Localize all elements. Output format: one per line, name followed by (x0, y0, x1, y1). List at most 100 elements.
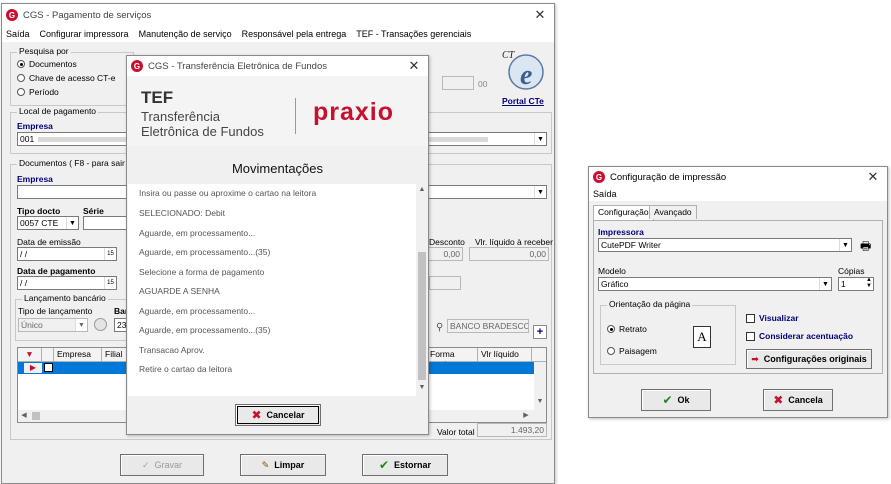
documentos-title: Documentos ( F8 - para sair ) (17, 158, 133, 168)
menu-saida[interactable]: Saída (6, 29, 30, 39)
copias-stepper[interactable]: 1 ▲ ▼ (838, 277, 874, 291)
vlr-liquido-receber-label: Vlr. líquido à receber (475, 237, 553, 247)
check-icon: ✔ (378, 458, 390, 472)
scroll-up-icon[interactable]: ▲ (416, 186, 428, 193)
menu-tef-transacoes[interactable]: TEF - Transações gerenciais (356, 29, 471, 39)
data-pagamento-field[interactable]: / / 15 (17, 276, 117, 290)
movimentacoes-list[interactable]: Insira ou passe ou aproxime o cartao na … (128, 184, 428, 396)
chevron-down-icon[interactable]: ▼ (75, 319, 87, 331)
chevron-down-icon[interactable]: ▼ (819, 278, 831, 290)
grid-col-forma-pagto[interactable]: Forma pagto (426, 348, 478, 369)
ok-button[interactable]: ✔ Ok (641, 389, 711, 411)
limpar-button[interactable]: ✎ Limpar (240, 454, 326, 476)
config-originais-label: Configurações originais (763, 354, 867, 364)
visualizar-checkbox[interactable]: Visualizar (746, 313, 799, 323)
tipo-docto-select[interactable]: 0057 CTE ▼ (17, 216, 79, 230)
printer-icon[interactable]: 🖶 (860, 237, 871, 258)
extra-field[interactable] (429, 276, 461, 290)
calendar-icon[interactable]: 15 (104, 248, 116, 260)
radio-periodo[interactable]: Período (17, 87, 59, 97)
cancela-button[interactable]: ✖ Cancela (763, 389, 833, 411)
chevron-down-icon[interactable]: ▼ (534, 186, 546, 198)
scroll-left-icon[interactable]: ◀ (18, 411, 30, 419)
chevron-down-icon[interactable]: ▼ (839, 239, 851, 251)
portal-cte-link[interactable]: Portal CTe (502, 96, 544, 106)
menu-responsavel-entrega[interactable]: Responsável pela entrega (242, 29, 347, 39)
row-indicator-icon: ▶ (24, 363, 42, 373)
page-preview-icon: A (693, 326, 711, 348)
pesquisa-title: Pesquisa por (17, 46, 71, 56)
tab-avancado[interactable]: Avançado (649, 205, 697, 219)
cgs-menubar: Saída Configurar impressora Manutenção d… (2, 26, 554, 42)
row-checkbox[interactable] (44, 363, 53, 372)
tipo-lancamento-label: Tipo de lançamento (18, 306, 93, 316)
radio-retrato[interactable]: Retrato (607, 324, 647, 334)
list-scrollbar[interactable]: ▲ ▼ (416, 184, 428, 396)
ok-label: Ok (677, 395, 690, 405)
radio-label: Documentos (29, 59, 77, 69)
tef-dialog: G CGS - Transferência Eletrônica de Fund… (126, 55, 429, 435)
radio-dot-icon (607, 325, 615, 333)
serie-field[interactable] (83, 216, 127, 230)
vlr-liquido-receber-value: 0,00 (529, 249, 546, 259)
impressora-select[interactable]: CutePDF Writer ▼ (598, 238, 852, 252)
cgs-logo-icon: G (6, 9, 18, 21)
local-empresa-value: 001 (20, 134, 35, 144)
tef-logo-icon: G (131, 60, 143, 72)
vlr-liquido-receber-field[interactable]: 0,00 (469, 247, 549, 261)
close-icon[interactable]: ✕ (400, 58, 428, 74)
zero-text: 00 (478, 79, 488, 89)
chevron-down-icon[interactable]: ▼ (66, 217, 78, 229)
close-icon[interactable]: ✕ (526, 7, 554, 23)
tef-cancel-button[interactable]: ✖ Cancelar (235, 404, 321, 426)
grid-col-filial[interactable]: Filial (102, 348, 128, 361)
orientacao-group: Orientação da página Retrato Paisagem A (600, 299, 736, 365)
considerar-acentuacao-checkbox[interactable]: Considerar acentuação (746, 331, 853, 341)
close-icon[interactable]: ✕ (859, 169, 887, 185)
radio-documentos[interactable]: Documentos (17, 59, 77, 69)
banco-name-field: BANCO BRADESCO (447, 319, 529, 333)
list-item: Aguarde, em processamento...(35) (139, 247, 271, 257)
scroll-thumb[interactable] (418, 252, 426, 380)
menu-saida[interactable]: Saída (593, 189, 617, 199)
tab-configuracao[interactable]: Configuração (593, 205, 654, 220)
menu-manutencao-servico[interactable]: Manutenção de serviço (139, 29, 232, 39)
scroll-down-icon[interactable]: ▼ (534, 398, 546, 405)
stepper-arrows-icon[interactable]: ▲ ▼ (866, 278, 872, 289)
copias-value: 1 (841, 279, 846, 289)
chevron-down-icon[interactable]: ▼ (534, 133, 546, 145)
print-title: Configuração de impressão (610, 171, 727, 183)
print-menubar: Saída (589, 187, 887, 201)
radio-paisagem[interactable]: Paisagem (607, 346, 657, 356)
grid-col-indicator: ▼ (18, 348, 42, 361)
cgs-title: CGS - Pagamento de serviços (23, 9, 152, 21)
configuracoes-originais-button[interactable]: ➡ Configurações originais (746, 349, 872, 369)
cancela-label: Cancela (788, 395, 823, 405)
tipo-lancamento-select[interactable]: Único ▼ (18, 318, 88, 332)
menu-configurar-impressora[interactable]: Configurar impressora (40, 29, 129, 39)
radio-dot-icon (17, 60, 25, 68)
calendar-icon[interactable]: 15 (104, 277, 116, 289)
modelo-select[interactable]: Gráfico ▼ (598, 277, 832, 291)
binoculars-icon[interactable]: ⚲ (436, 322, 443, 333)
print-titlebar: G Configuração de impressão ✕ (589, 167, 887, 187)
circle-button-icon[interactable] (94, 318, 107, 331)
scroll-thumb[interactable] (32, 412, 40, 420)
gravar-button[interactable]: ✓ Gravar (120, 454, 204, 476)
checkbox-box (746, 331, 755, 341)
scroll-down-icon[interactable]: ▼ (416, 384, 428, 391)
grid-col-empresa[interactable]: Empresa (54, 348, 102, 361)
broom-icon: ✎ (261, 459, 270, 470)
data-emissao-value: / / (20, 249, 28, 259)
radio-chave-acesso[interactable]: Chave de acesso CT-e (17, 73, 115, 83)
local-title: Local de pagamento (17, 106, 99, 116)
desconto-label: Desconto (429, 237, 465, 247)
data-emissao-field[interactable]: / / 15 (17, 247, 117, 261)
valor-total-label: Valor total (437, 427, 475, 437)
add-icon[interactable]: + (533, 325, 547, 339)
cgs-titlebar: G CGS - Pagamento de serviços ✕ (2, 4, 554, 26)
scroll-right-icon[interactable]: ▶ (520, 411, 532, 419)
search-value-field[interactable] (442, 76, 474, 90)
grid-col-vlr-liquido[interactable]: Vlr líquido (478, 348, 532, 361)
estornar-button[interactable]: ✔ Estornar (362, 454, 448, 476)
